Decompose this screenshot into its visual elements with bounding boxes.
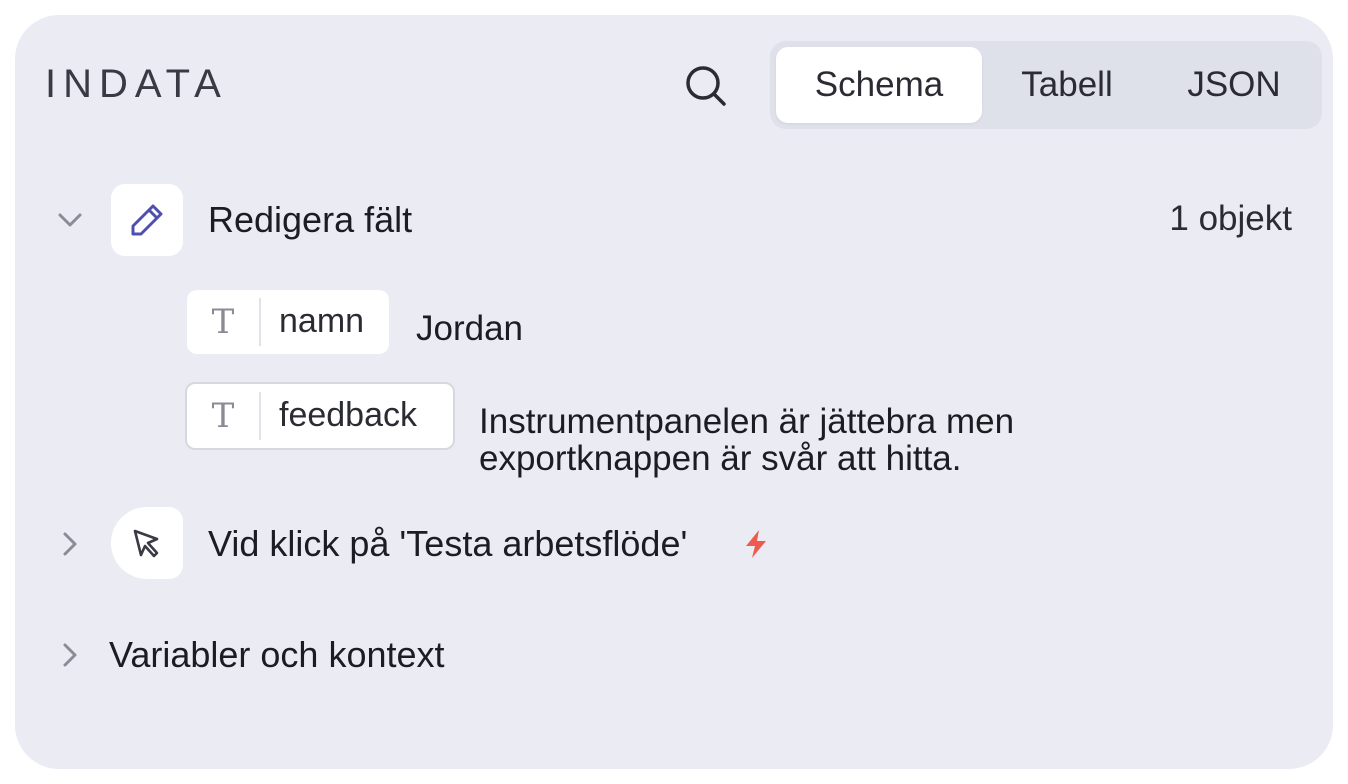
trigger-icon-box — [111, 507, 183, 579]
text-type-icon: T — [211, 302, 235, 342]
trigger-label[interactable]: Vid klick på 'Testa arbetsflöde' — [208, 522, 687, 566]
pencil-icon — [131, 204, 163, 236]
tab-schema[interactable]: Schema — [776, 47, 982, 123]
field-chip-feedback[interactable]: T feedback — [185, 382, 455, 450]
chevron-right-icon[interactable] — [55, 640, 85, 670]
field-value-feedback-line-2: exportknappen är svår att hitta. — [479, 439, 962, 478]
field-value-namn: Jordan — [416, 309, 524, 348]
chip-divider — [259, 392, 261, 440]
edit-fields-icon-box — [111, 184, 183, 256]
input-panel: INDATA Schema Tabell JSON Redigera fält … — [15, 15, 1333, 769]
text-type-icon: T — [211, 396, 235, 436]
panel-title: INDATA — [45, 62, 228, 106]
chip-divider — [259, 298, 261, 346]
field-chip-namn[interactable]: T namn — [187, 290, 389, 354]
tab-tabell[interactable]: Tabell — [982, 47, 1152, 123]
search-icon[interactable] — [683, 63, 729, 109]
edit-fields-label[interactable]: Redigera fält — [208, 198, 412, 242]
variables-label[interactable]: Variabler och kontext — [109, 633, 445, 677]
chevron-right-icon[interactable] — [55, 529, 85, 559]
tab-json[interactable]: JSON — [1152, 47, 1316, 123]
field-name: namn — [279, 302, 365, 340]
field-name: feedback — [279, 396, 417, 434]
field-value-feedback-line-1: Instrumentpanelen är jättebra men — [479, 402, 1015, 441]
chevron-down-icon[interactable] — [55, 205, 85, 235]
view-tabs: Schema Tabell JSON — [770, 41, 1322, 129]
item-count: 1 objekt — [1169, 199, 1292, 238]
cursor-click-icon — [133, 529, 159, 558]
lightning-icon — [740, 528, 772, 560]
